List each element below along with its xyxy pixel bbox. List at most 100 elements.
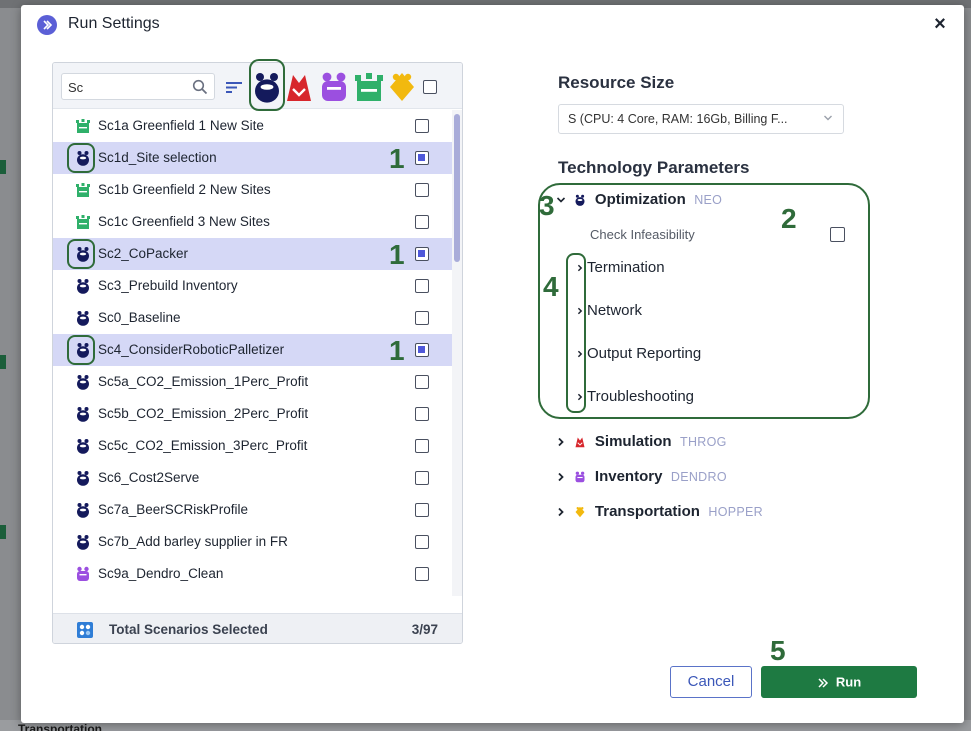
annotation-highlight-row xyxy=(67,335,95,365)
search-input[interactable] xyxy=(68,78,188,96)
run-icon xyxy=(818,678,828,688)
scenario-name: Sc4_ConsiderRoboticPalletizer xyxy=(98,342,285,357)
total-selected-label: Total Scenarios Selected xyxy=(109,622,268,637)
scenario-row[interactable]: Sc5c_CO2_Emission_3Perc_Profit xyxy=(53,430,453,462)
annotation-highlight-row xyxy=(67,143,95,173)
scenario-footer: Total Scenarios Selected 3/97 xyxy=(53,613,462,643)
scenario-row[interactable]: Sc0_Baseline xyxy=(53,302,453,334)
scenario-checkbox[interactable] xyxy=(415,471,429,485)
dendro-icon xyxy=(574,470,586,484)
scenario-checkbox[interactable] xyxy=(415,439,429,453)
neo-icon xyxy=(75,470,91,486)
engine-simulation[interactable]: Simulation THROG xyxy=(556,433,727,455)
scenario-checkbox[interactable] xyxy=(415,503,429,517)
scenario-row[interactable]: Sc7b_Add barley supplier in FR xyxy=(53,526,453,558)
background-marker xyxy=(0,355,6,369)
scenario-checkbox[interactable] xyxy=(415,151,429,165)
scenario-name: Sc3_Prebuild Inventory xyxy=(98,278,238,293)
scenario-row[interactable]: Sc5b_CO2_Emission_2Perc_Profit xyxy=(53,398,453,430)
run-settings-dialog: Run Settings × Sc1a Greenfield 1 New Sit… xyxy=(21,5,964,723)
throg-filter-icon[interactable] xyxy=(283,69,315,105)
engine-sub: DENDRO xyxy=(670,469,727,484)
hopper-icon xyxy=(574,505,586,519)
greenfield-icon xyxy=(75,182,91,198)
scenario-name: Sc0_Baseline xyxy=(98,310,181,325)
sort-icon[interactable] xyxy=(225,79,243,95)
scenario-row[interactable]: Sc7a_BeerSCRiskProfile xyxy=(53,494,453,526)
scenario-name: Sc5b_CO2_Emission_2Perc_Profit xyxy=(98,406,309,421)
scenario-checkbox[interactable] xyxy=(415,535,429,549)
scenario-checkbox[interactable] xyxy=(415,119,429,133)
chevron-right-icon xyxy=(556,437,566,447)
scenario-row[interactable]: Sc1a Greenfield 1 New Site xyxy=(53,110,453,142)
neo-icon xyxy=(75,406,91,422)
resource-size-select[interactable]: S (CPU: 4 Core, RAM: 16Gb, Billing F... xyxy=(558,104,844,134)
run-button[interactable]: Run xyxy=(761,666,917,698)
resource-size-value: S (CPU: 4 Core, RAM: 16Gb, Billing F... xyxy=(568,112,788,126)
dialog-title: Run Settings xyxy=(68,15,160,32)
scenario-row[interactable]: Sc9a_Dendro_Clean xyxy=(53,558,453,590)
scenario-checkbox[interactable] xyxy=(415,343,429,357)
cancel-button[interactable]: Cancel xyxy=(670,666,752,698)
scenario-name: Sc1b Greenfield 2 New Sites xyxy=(98,182,271,197)
scenario-checkbox[interactable] xyxy=(415,375,429,389)
scenario-name: Sc6_Cost2Serve xyxy=(98,470,200,485)
engine-name: Transportation xyxy=(594,503,700,521)
annotation-number: 4 xyxy=(543,271,559,302)
hopper-filter-icon[interactable] xyxy=(386,69,418,105)
scenario-checkbox[interactable] xyxy=(415,567,429,581)
engine-name: Inventory xyxy=(594,468,663,486)
dendro-icon xyxy=(75,566,91,582)
scenario-name: Sc7b_Add barley supplier in FR xyxy=(98,534,288,549)
close-button[interactable]: × xyxy=(930,14,950,34)
scenario-checkbox[interactable] xyxy=(415,279,429,293)
annotation-highlight-row xyxy=(67,239,95,269)
annotation-number: 2 xyxy=(781,203,797,234)
annotation-highlight-neo-filter xyxy=(249,59,285,111)
scenario-name: Sc1c Greenfield 3 New Sites xyxy=(98,214,270,229)
search-field[interactable] xyxy=(61,73,215,100)
scenario-checkbox[interactable] xyxy=(415,407,429,421)
neo-icon xyxy=(75,438,91,454)
scenario-row[interactable]: Sc1b Greenfield 2 New Sites xyxy=(53,174,453,206)
annotation-number: 1 xyxy=(389,143,405,174)
chevron-down-icon xyxy=(824,115,832,121)
scenario-name: Sc9a_Dendro_Clean xyxy=(98,566,224,581)
annotation-number: 5 xyxy=(770,635,786,666)
annotation-number: 1 xyxy=(389,239,405,270)
engine-sub: THROG xyxy=(680,434,727,449)
annotation-number: 1 xyxy=(389,335,405,366)
background-label: Transportation xyxy=(18,722,103,731)
scenario-checkbox[interactable] xyxy=(415,215,429,229)
engine-transportation[interactable]: Transportation HOPPER xyxy=(556,503,763,525)
dendro-filter-icon[interactable] xyxy=(318,69,350,105)
greenfield-filter-icon[interactable] xyxy=(353,69,385,105)
scenario-row[interactable]: Sc6_Cost2Serve xyxy=(53,462,453,494)
scenario-name: Sc1a Greenfield 1 New Site xyxy=(98,118,264,133)
greenfield-icon xyxy=(75,214,91,230)
scenario-checkbox[interactable] xyxy=(415,183,429,197)
scenario-checkbox[interactable] xyxy=(415,247,429,261)
chevron-right-icon xyxy=(556,507,566,517)
select-all-checkbox[interactable] xyxy=(423,80,437,94)
scrollbar-thumb[interactable] xyxy=(454,114,460,262)
dialog-header: Run Settings × xyxy=(21,5,964,43)
engine-inventory[interactable]: Inventory DENDRO xyxy=(556,468,727,490)
scenario-row[interactable]: Sc1c Greenfield 3 New Sites xyxy=(53,206,453,238)
annotation-highlight-subsections xyxy=(566,253,586,413)
scenario-name: Sc1d_Site selection xyxy=(98,150,217,165)
technology-parameters-heading: Technology Parameters xyxy=(558,158,750,177)
scenario-row[interactable]: Sc5a_CO2_Emission_1Perc_Profit xyxy=(53,366,453,398)
scenario-name: Sc5a_CO2_Emission_1Perc_Profit xyxy=(98,374,309,389)
engine-name: Simulation xyxy=(594,433,672,451)
scenario-row[interactable]: Sc3_Prebuild Inventory xyxy=(53,270,453,302)
search-icon[interactable] xyxy=(192,79,208,95)
neo-icon xyxy=(75,534,91,550)
neo-icon xyxy=(75,310,91,326)
annotation-highlight-optimization xyxy=(538,183,870,419)
annotation-number: 3 xyxy=(539,190,555,221)
background-marker xyxy=(0,525,6,539)
scenario-checkbox[interactable] xyxy=(415,311,429,325)
neo-icon xyxy=(75,374,91,390)
greenfield-icon xyxy=(75,118,91,134)
